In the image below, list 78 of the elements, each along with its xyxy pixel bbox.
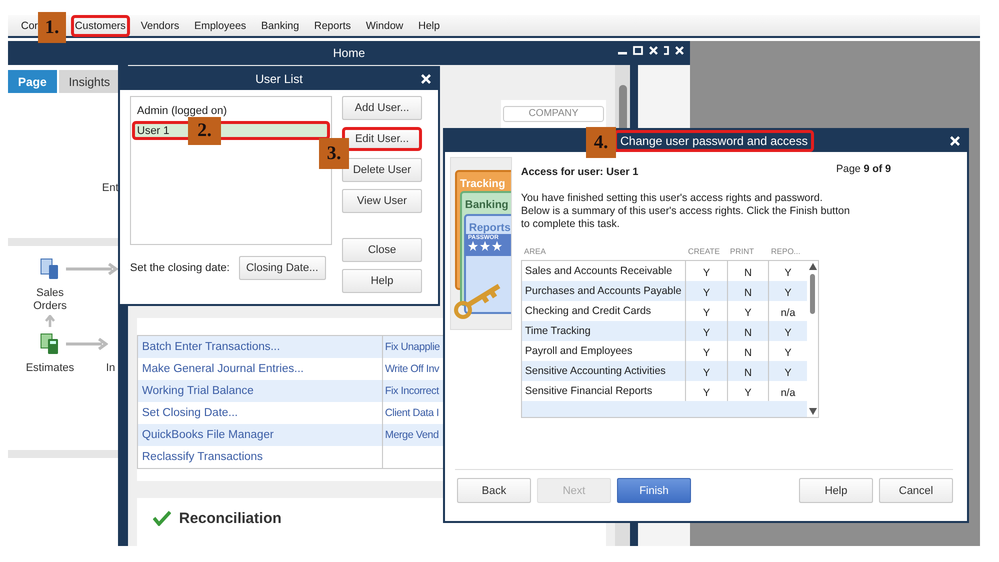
menu-item[interactable]: Help <box>414 14 444 36</box>
access-heading: Access for user: User 1 <box>521 166 638 178</box>
instruction-text: You have finished setting this user's access rights and password. Below is a summary of this user's access rights. Click the Finish button to complete this task. <box>521 192 851 231</box>
dialog-button[interactable]: Edit User... <box>342 127 422 151</box>
arrow-icon <box>66 338 108 350</box>
scroll-thumb[interactable] <box>810 274 815 314</box>
closing-date-label: Set the closing date: <box>130 262 230 274</box>
workflow-label[interactable]: Estimates <box>20 362 80 375</box>
bracket-icon <box>664 46 669 55</box>
column-header: AREA <box>523 247 547 256</box>
arrow-icon <box>66 263 118 275</box>
table-cell-text: Sales and Accounts Receivable <box>524 264 674 279</box>
step-number: 4. <box>586 127 616 158</box>
task-link[interactable]: Working Trial Balance <box>138 380 382 402</box>
calculator-icon <box>40 333 60 355</box>
step-number: 3. <box>319 138 349 169</box>
dialog-button[interactable]: Cancel <box>879 478 953 503</box>
dialog-button[interactable]: View User <box>342 189 422 213</box>
task-link[interactable]: Batch Enter Transactions... <box>138 336 382 358</box>
tab[interactable]: Insights <box>58 70 120 93</box>
menu-item[interactable]: Window <box>362 14 408 36</box>
illustration-label: Tracking <box>460 178 506 190</box>
task-link[interactable]: Write Off Inv <box>383 358 442 380</box>
task-link[interactable]: Merge Vend <box>383 424 441 446</box>
column-header: PRINT <box>729 247 755 256</box>
dialog-button[interactable]: Delete User <box>342 158 422 182</box>
task-link[interactable]: Reclassify Transactions <box>138 446 382 468</box>
task-link[interactable]: Fix Incorrect <box>383 380 441 402</box>
task-link[interactable]: Set Closing Date... <box>138 402 382 424</box>
task-link[interactable]: QuickBooks File Manager <box>138 424 382 446</box>
scroll-down-icon <box>808 408 816 415</box>
task-link[interactable]: Fix Unapplie <box>383 336 442 358</box>
step-number: 1. <box>38 12 66 43</box>
column-header: REPO... <box>770 247 802 256</box>
user-item[interactable]: Admin (logged on) <box>132 101 330 120</box>
arrow-icon <box>45 315 55 327</box>
workflow-label[interactable]: Ent <box>102 182 119 194</box>
checkmark-icon <box>153 510 171 526</box>
page-indicator: Page 9 of 9 <box>836 163 891 177</box>
dialog-button[interactable]: Finish <box>617 478 691 503</box>
close-icon[interactable] <box>649 46 658 55</box>
dialog-button[interactable]: Close <box>342 238 422 262</box>
table-cell-text: Sensitive Accounting Activities <box>524 364 667 379</box>
maximize-icon[interactable] <box>633 46 643 55</box>
table-cell-text: Time Tracking <box>524 324 592 339</box>
workflow-label[interactable]: In <box>106 362 116 374</box>
dialog-button[interactable]: Add User... <box>342 96 422 120</box>
table-cell-text: Checking and Credit Cards <box>524 304 652 319</box>
menu-item[interactable]: Vendors <box>136 14 184 36</box>
tab[interactable]: Page <box>8 70 57 93</box>
menu-item[interactable]: Customers <box>70 14 130 36</box>
dialog-title: User List <box>254 71 304 88</box>
column-header: CREATE <box>687 247 721 256</box>
dialog-button[interactable]: Help <box>342 269 422 293</box>
close-icon[interactable] <box>675 46 684 55</box>
table-cell-text: Sensitive Financial Reports <box>524 384 654 399</box>
window-title: Home <box>332 46 365 60</box>
menu-item[interactable]: Banking <box>257 14 304 36</box>
dialog-button[interactable]: Help <box>799 478 873 503</box>
closing-date-button[interactable]: Closing Date... <box>238 256 326 280</box>
section-title: Reconciliation <box>179 510 282 527</box>
close-icon[interactable] <box>950 136 960 146</box>
dialog-button[interactable]: Back <box>457 478 531 503</box>
dialog-title: Change user password and access <box>614 130 814 152</box>
menu-item[interactable]: Reports <box>310 14 355 36</box>
table-cell-text: Payroll and Employees <box>524 344 634 359</box>
scroll-up-icon <box>808 263 816 270</box>
illustration-label: Reports <box>469 222 511 234</box>
table-cell-text: Purchases and Accounts Payable <box>524 284 682 299</box>
workflow-label[interactable]: Sales Orders <box>20 287 80 313</box>
document-phone-icon <box>40 258 60 280</box>
step-number: 2. <box>188 117 221 145</box>
close-icon[interactable] <box>421 74 431 84</box>
company-button[interactable]: COMPANY <box>503 106 604 122</box>
task-link[interactable]: Client Data I <box>383 402 441 424</box>
illustration-label: Banking <box>465 199 508 211</box>
task-link[interactable]: Make General Journal Entries... <box>138 358 382 380</box>
menu-item[interactable]: Employees <box>190 14 250 36</box>
